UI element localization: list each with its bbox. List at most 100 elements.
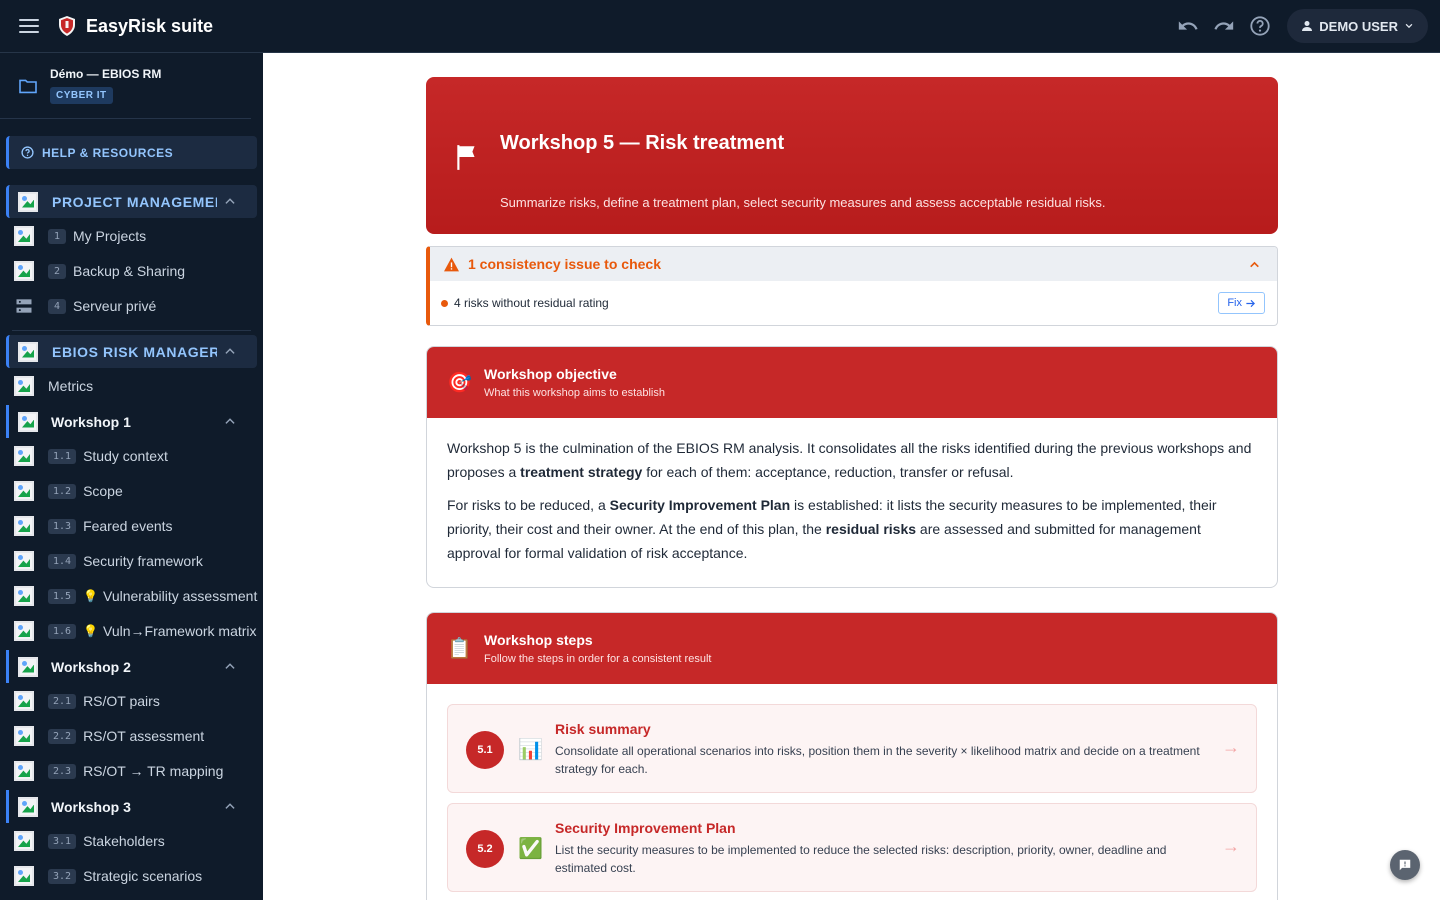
redo-icon[interactable] <box>1213 15 1235 37</box>
feedback-chat-button[interactable] <box>1390 850 1420 880</box>
chevron-up-icon <box>225 348 235 354</box>
help-resources-label: HELP & RESOURCES <box>42 145 174 160</box>
item-image-icon <box>14 866 34 886</box>
sidebar-item-2-1[interactable]: 2.1 RS/OT pairs <box>14 690 160 712</box>
sidebar-workshop-2[interactable]: Workshop 2 <box>6 650 257 683</box>
objective-card: 🎯 Workshop objective What this workshop … <box>426 346 1278 588</box>
item-number: 1.1 <box>48 448 77 464</box>
step-description: Consolidate all operational scenarios in… <box>555 744 1200 776</box>
step-card-5-1[interactable]: 5.1 📊 Risk summary Consolidate all opera… <box>447 704 1257 793</box>
sidebar-item-2-3[interactable]: 2.3 RS/OT → TR mapping <box>14 760 223 782</box>
item-image-icon <box>14 446 34 466</box>
chevron-up-icon <box>1250 261 1259 267</box>
fix-label: Fix <box>1227 297 1242 309</box>
sidebar-item-1-4[interactable]: 1.4 Security framework <box>14 550 203 572</box>
sidebar-item-2-2[interactable]: 2.2 RS/OT assessment <box>14 725 204 747</box>
item-image-icon <box>14 586 34 606</box>
step-number: 5.1 <box>466 731 504 769</box>
undo-icon[interactable] <box>1177 15 1199 37</box>
arrow-right-icon: → <box>1222 737 1240 757</box>
steps-header: 📋 Workshop steps Follow the steps in ord… <box>427 613 1277 684</box>
item-image-icon <box>14 831 34 851</box>
fix-button[interactable]: Fix <box>1218 292 1265 314</box>
help-circle-icon <box>21 146 34 159</box>
server-icon <box>16 299 32 313</box>
item-image-icon <box>14 551 34 571</box>
section-image-icon <box>18 341 38 362</box>
consistency-title: 1 consistency issue to check <box>468 256 661 272</box>
project-tag: CYBER IT <box>50 87 113 104</box>
arrow-right-icon <box>1246 299 1255 307</box>
top-bar: EasyRisk suite DEMO USER <box>0 0 1440 53</box>
item-label: Scope <box>83 483 123 499</box>
warning-icon <box>444 257 459 271</box>
step-title: Risk summary <box>555 721 651 737</box>
sidebar-workshop-1[interactable]: Workshop 1 <box>6 405 257 438</box>
sidebar-item-1-5[interactable]: 1.5 💡 Vulnerability assessment <box>14 585 257 607</box>
workshop-label: Workshop 1 <box>51 413 131 430</box>
item-label: Vuln→Framework matrix <box>103 623 257 639</box>
item-label: Metrics <box>48 378 94 394</box>
item-label: Strategic scenarios <box>83 868 203 884</box>
item-number: 1.3 <box>48 518 77 534</box>
steps-card: 📋 Workshop steps Follow the steps in ord… <box>426 612 1278 900</box>
menu-icon[interactable] <box>19 19 39 33</box>
bullet-dot <box>441 299 448 307</box>
item-label: Serveur privé <box>73 298 157 314</box>
main-content: Workshop 5 — Risk treatment Summarize ri… <box>263 53 1440 900</box>
consistency-header[interactable]: 1 consistency issue to check <box>430 247 1277 281</box>
item-image-icon <box>14 621 34 641</box>
sidebar-item-3-2[interactable]: 3.2 Strategic scenarios <box>14 865 202 887</box>
item-number: 2.3 <box>48 763 77 779</box>
section-ebios-risk-manager[interactable]: EBIOS RISK MANAGER <box>6 335 257 368</box>
help-resources-button[interactable]: HELP & RESOURCES <box>6 136 257 169</box>
section-label: EBIOS RISK MANAGER <box>52 343 217 360</box>
sidebar-item-1-3[interactable]: 1.3 Feared events <box>14 515 173 537</box>
user-menu-button[interactable]: DEMO USER <box>1287 9 1428 43</box>
sidebar-item-private-server[interactable]: 4 Serveur privé <box>14 295 156 317</box>
sidebar-item-3-1[interactable]: 3.1 Stakeholders <box>14 830 165 852</box>
sidebar-item-1-2[interactable]: 1.2 Scope <box>14 480 123 502</box>
item-image-icon <box>14 761 34 781</box>
folder-icon <box>19 79 37 93</box>
sidebar-item-backup-sharing[interactable]: 2 Backup & Sharing <box>14 260 185 282</box>
item-image-icon <box>14 691 34 711</box>
chat-icon <box>1399 859 1411 871</box>
chevron-up-icon <box>225 418 235 424</box>
project-selector[interactable]: Démo — EBIOS RM CYBER IT <box>0 53 251 119</box>
shield-logo-icon <box>59 16 75 36</box>
divider <box>12 330 251 331</box>
item-label: RS/OT pairs <box>83 693 160 709</box>
item-number: 4 <box>48 298 66 314</box>
section-project-management[interactable]: PROJECT MANAGEMEN <box>6 185 257 218</box>
item-label: Security framework <box>83 553 203 569</box>
chart-icon: 📊 <box>518 739 543 761</box>
item-image-icon <box>18 796 38 817</box>
person-icon <box>1302 21 1313 31</box>
workshop-banner: Workshop 5 — Risk treatment Summarize ri… <box>426 77 1278 234</box>
item-number: 1.2 <box>48 483 77 499</box>
sidebar-workshop-3[interactable]: Workshop 3 <box>6 790 257 823</box>
sidebar: Démo — EBIOS RM CYBER IT HELP & RESOURCE… <box>0 53 263 900</box>
target-icon: 🎯 <box>447 372 472 394</box>
sidebar-item-1-6[interactable]: 1.6 💡 Vuln→Framework matrix <box>14 620 257 642</box>
objective-header: 🎯 Workshop objective What this workshop … <box>427 347 1277 418</box>
item-image-icon <box>14 516 34 536</box>
page-subtitle: Summarize risks, define a treatment plan… <box>500 195 1106 210</box>
page-title: Workshop 5 — Risk treatment <box>500 132 785 154</box>
item-number: 3.2 <box>48 868 77 884</box>
check-icon: ✅ <box>518 838 543 860</box>
sidebar-item-my-projects[interactable]: 1 My Projects <box>14 225 146 247</box>
sidebar-item-1-1[interactable]: 1.1 Study context <box>14 445 168 467</box>
item-label: Backup & Sharing <box>73 263 186 279</box>
sidebar-item-metrics[interactable]: Metrics <box>14 375 93 397</box>
step-card-5-2[interactable]: 5.2 ✅ Security Improvement Plan List the… <box>447 803 1257 892</box>
app-title: EasyRisk suite <box>86 15 214 36</box>
arrow-right-icon: → <box>1222 836 1240 856</box>
issue-text: 4 risks without residual rating <box>454 296 609 310</box>
item-number: 1 <box>48 228 66 244</box>
steps-title: Workshop steps <box>484 632 593 648</box>
chevron-up-icon <box>225 198 235 204</box>
item-number: 3.1 <box>48 833 77 849</box>
help-icon[interactable] <box>1249 15 1271 37</box>
